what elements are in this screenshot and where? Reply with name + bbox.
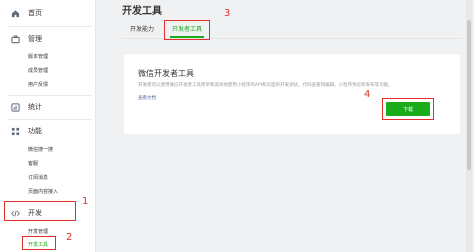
manage-icon	[11, 34, 20, 44]
view-docs-link[interactable]: 查看文档	[138, 95, 156, 101]
sidebar-item-label: 统计	[28, 103, 42, 111]
sidebar-item-label: 首页	[28, 9, 42, 17]
stats-icon	[11, 102, 20, 112]
annotation-box-dev-tools	[22, 236, 56, 250]
dev-tools-card: 微信开发者工具 开发者可以使用微信开发者工具简单和高效地使用小程序的API和页面…	[124, 54, 460, 134]
annotation-label-3: 3	[224, 8, 231, 19]
sidebar-divider	[8, 119, 92, 120]
annotation-box-tab	[164, 20, 210, 40]
annotation-label-4: 4	[364, 89, 371, 100]
sidebar-divider	[8, 26, 92, 27]
sidebar-subitem-dev-manage[interactable]: 开发管理	[28, 228, 48, 235]
sidebar-subitem-feedback[interactable]: 用户反馈	[28, 81, 48, 88]
card-description: 开发者可以使用微信开发者工具简单和高效地使用小程序的API和页面的开发调试，代码…	[138, 83, 393, 88]
sidebar-item-stats[interactable]: 统计	[0, 98, 95, 116]
tab-dev-capability[interactable]: 开发能力	[130, 24, 154, 33]
scrollbar-thumb[interactable]	[467, 20, 471, 170]
sidebar-subitem-customer-service[interactable]: 客服	[28, 160, 38, 167]
sidebar-subitem-subscribe[interactable]: 订阅消息	[28, 174, 48, 181]
sidebar-item-label: 管理	[28, 35, 42, 43]
annotation-box-download	[382, 98, 434, 120]
sidebar-item-features[interactable]: 功能	[0, 122, 95, 140]
card-title: 微信开发者工具	[138, 69, 194, 78]
sidebar-divider	[8, 95, 92, 96]
sidebar-subitem-search[interactable]: 微信搜一搜	[28, 146, 53, 153]
annotation-box-develop	[4, 201, 76, 221]
sidebar-item-manage[interactable]: 管理	[0, 30, 95, 48]
page-title: 开发工具	[122, 6, 162, 17]
home-icon	[11, 9, 20, 18]
sidebar-subitem-members[interactable]: 成员管理	[28, 67, 48, 74]
sidebar-item-label: 功能	[28, 127, 42, 135]
sidebar-item-home[interactable]: 首页	[0, 4, 95, 22]
sidebar-subitem-content-access[interactable]: 页面内容接入	[28, 188, 58, 195]
sidebar-subitem-version[interactable]: 版本管理	[28, 53, 48, 60]
grid-icon	[11, 127, 20, 136]
annotation-label-1: 1	[82, 196, 89, 207]
annotation-label-2: 2	[66, 232, 73, 243]
scrollbar[interactable]	[466, 0, 472, 252]
